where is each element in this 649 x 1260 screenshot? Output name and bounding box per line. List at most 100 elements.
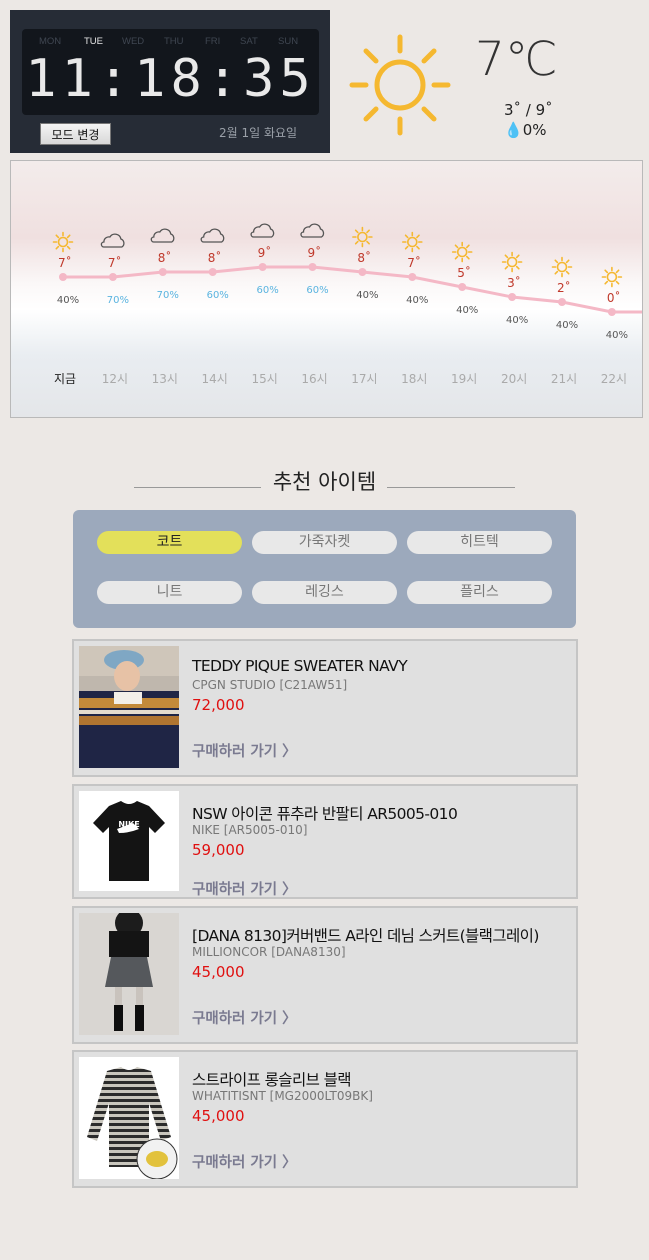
forecast-hour: 2˚ 40% 21시	[551, 256, 578, 386]
temperature-point	[408, 273, 417, 281]
hour-rain-chance: 60%	[306, 285, 328, 296]
sun-icon	[601, 266, 623, 288]
product-image[interactable]: NIKE	[79, 791, 179, 891]
product-image[interactable]	[79, 646, 179, 768]
tab-fleece[interactable]: 플리스	[407, 581, 552, 604]
product-brand: CPGN STUDIO [C21AW51]	[192, 678, 348, 692]
hour-temperature: 9˚	[308, 245, 322, 260]
hour-label: 21시	[551, 372, 577, 386]
hour-rain-chance: 40%	[556, 320, 578, 331]
buy-link[interactable]: 구매하러 가기 〉	[192, 1007, 297, 1028]
hour-temperature: 9˚	[258, 245, 272, 260]
hour-label: 14시	[202, 372, 228, 386]
product-card[interactable]: NIKE NSW 아이콘 퓨추라 반팔티 AR5005-010 NIKE [AR…	[72, 784, 578, 899]
sun-icon	[551, 256, 573, 278]
recommend-title: 추천 아이템	[272, 470, 377, 494]
hour-temperature: 7˚	[58, 255, 72, 270]
product-name: NSW 아이콘 퓨추라 반팔티 AR5005-010	[192, 805, 458, 823]
cloud-icon	[250, 223, 275, 238]
forecast-hour: 7˚ 70% 12시	[100, 233, 129, 386]
forecast-graph: 7˚ 40% 지금 7˚ 70% 12시 8˚ 70% 13시 8˚ 60% 14시 9˚ 60% 15시 9…	[52, 223, 642, 386]
forecast-hour: 3˚ 40% 20시	[501, 251, 528, 386]
product-card[interactable]: 스트라이프 롱슬리브 블랙 WHATITISNT [MG2000LT09BK] …	[72, 1050, 578, 1188]
hour-label: 18시	[401, 372, 427, 386]
hour-label: 16시	[301, 372, 327, 386]
title-divider-right	[387, 487, 515, 488]
forecast-hour: 5˚ 40% 19시	[451, 241, 478, 386]
hour-rain-chance: 40%	[456, 305, 478, 316]
product-price: 45,000	[192, 1107, 245, 1125]
clock-time: 11:18:35	[25, 49, 316, 109]
rain-chance: 💧0%	[504, 121, 546, 139]
product-name: 스트라이프 롱슬리브 블랙	[192, 1071, 352, 1089]
hour-label: 15시	[251, 372, 277, 386]
day-label-sat: SAT	[240, 36, 258, 47]
tab-knit[interactable]: 니트	[97, 581, 242, 604]
hour-temperature: 8˚	[158, 250, 172, 265]
day-label-sun: SUN	[278, 36, 299, 47]
hour-label: 22시	[601, 372, 627, 386]
product-card[interactable]: TEDDY PIQUE SWEATER NAVY CPGN STUDIO [C2…	[72, 639, 578, 777]
forecast-hour: 7˚ 40% 지금	[52, 231, 79, 386]
temperature-point	[358, 268, 367, 276]
product-image[interactable]	[79, 913, 179, 1035]
current-temperature: 7℃	[475, 32, 558, 87]
clock-screen: MON TUE WED THU FRI SAT SUN 11:18:35	[22, 29, 319, 115]
hour-label: 20시	[501, 372, 527, 386]
hour-rain-chance: 70%	[107, 295, 129, 306]
cloud-icon	[300, 223, 325, 238]
hour-rain-chance: 70%	[157, 290, 179, 301]
hour-temperature: 8˚	[208, 250, 222, 265]
product-brand: NIKE [AR5005-010]	[192, 823, 308, 837]
day-label-thu: THU	[164, 36, 184, 47]
forecast-hour: 8˚ 40% 17시	[351, 226, 379, 386]
hour-rain-chance: 40%	[606, 330, 628, 341]
hour-label: 12시	[102, 372, 128, 386]
sun-icon	[352, 226, 373, 248]
buy-link[interactable]: 구매하러 가기 〉	[192, 740, 297, 761]
hour-label: 13시	[152, 372, 178, 386]
buy-link[interactable]: 구매하러 가기 〉	[192, 1151, 297, 1172]
forecast-hour: 0˚ 40% 22시	[601, 266, 628, 386]
tab-leather-jacket[interactable]: 가죽자켓	[252, 531, 397, 554]
digital-clock-panel: MON TUE WED THU FRI SAT SUN 11:18:35 모드 …	[10, 10, 330, 153]
mode-change-button[interactable]: 모드 변경	[40, 123, 111, 145]
sun-icon	[401, 231, 423, 253]
hour-rain-chance: 60%	[256, 285, 278, 296]
droplet-icon: 💧	[504, 121, 523, 139]
hour-temperature: 7˚	[407, 255, 421, 270]
forecast-hour: 8˚ 60% 14시	[200, 228, 229, 386]
sun-icon	[349, 34, 451, 136]
rain-value: 0%	[522, 121, 547, 139]
product-price: 59,000	[192, 841, 245, 859]
hour-rain-chance: 60%	[207, 290, 229, 301]
product-price: 72,000	[192, 696, 245, 714]
hour-temperature: 5˚	[457, 265, 471, 280]
day-label-tue: TUE	[84, 36, 103, 47]
product-brand: WHATITISNT [MG2000LT09BK]	[192, 1089, 373, 1103]
temperature-point	[59, 273, 67, 281]
hour-label: 17시	[351, 372, 377, 386]
product-card[interactable]: [DANA 8130]커버밴드 A라인 데님 스커트(블랙그레이) MILLIO…	[72, 906, 578, 1044]
tab-leggings[interactable]: 레깅스	[252, 581, 397, 604]
temperature-point	[308, 263, 317, 271]
product-brand: MILLIONCOR [DANA8130]	[192, 945, 346, 959]
hour-rain-chance: 40%	[506, 315, 528, 326]
forecast-hour: 8˚ 70% 13시	[150, 228, 179, 386]
tab-coat[interactable]: 코트	[97, 531, 242, 554]
hour-temperature: 8˚	[357, 250, 371, 265]
svg-text:NIKE: NIKE	[118, 820, 139, 829]
sun-icon	[451, 241, 473, 263]
hour-label: 지금	[54, 372, 76, 386]
hour-label: 19시	[451, 372, 477, 386]
hour-rain-chance: 40%	[406, 295, 428, 306]
tab-heattech[interactable]: 히트텍	[407, 531, 552, 554]
buy-link[interactable]: 구매하러 가기 〉	[192, 878, 297, 899]
temperature-point	[508, 293, 517, 301]
hour-rain-chance: 40%	[57, 295, 79, 306]
temperature-point	[158, 268, 167, 276]
cloud-icon	[100, 233, 125, 248]
product-name: [DANA 8130]커버밴드 A라인 데님 스커트(블랙그레이)	[192, 927, 539, 945]
temperature-point	[607, 308, 616, 316]
product-image[interactable]	[79, 1057, 179, 1179]
